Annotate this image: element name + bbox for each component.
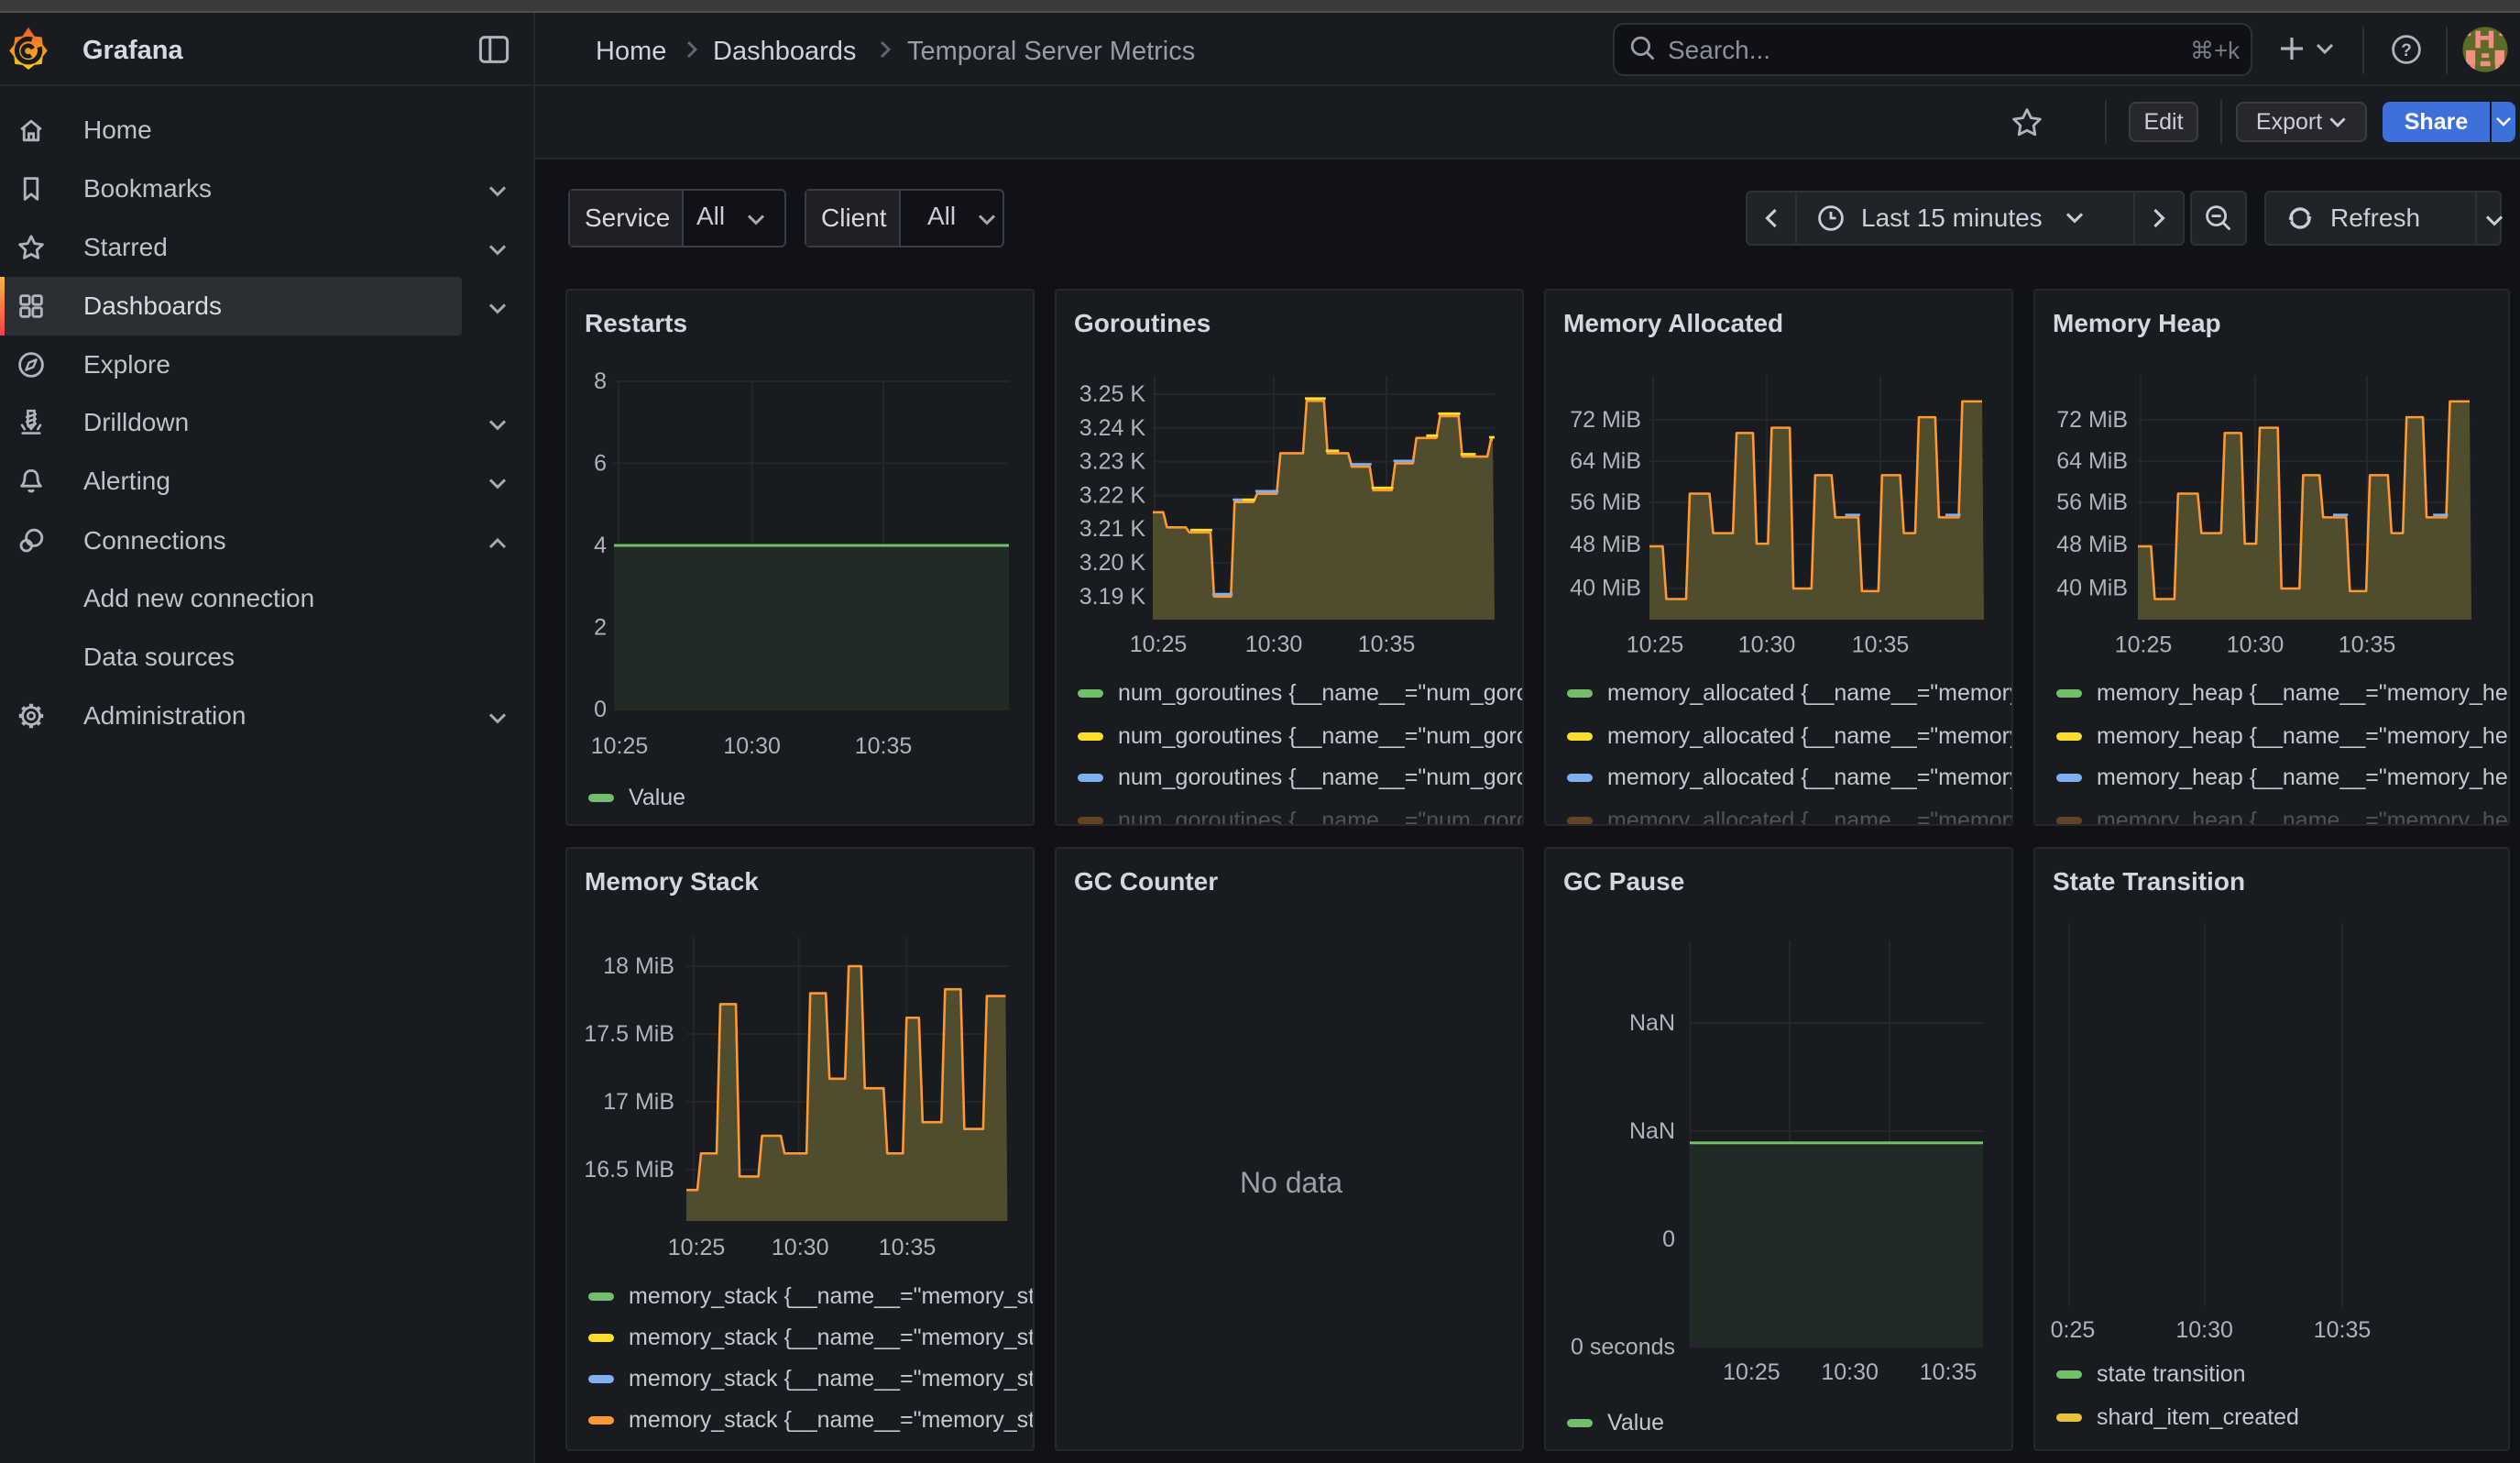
svg-text:16.5 MiB: 16.5 MiB xyxy=(584,1157,674,1182)
svg-text:10:35: 10:35 xyxy=(2314,1317,2372,1343)
svg-text:48 MiB: 48 MiB xyxy=(1570,532,1641,557)
svg-text:3.19 K: 3.19 K xyxy=(1079,584,1146,610)
svg-text:0: 0 xyxy=(1662,1226,1675,1252)
svg-text:0 seconds: 0 seconds xyxy=(1571,1335,1675,1360)
svg-text:10:25: 10:25 xyxy=(591,733,649,759)
svg-text:64 MiB: 64 MiB xyxy=(2056,448,2128,474)
svg-text:10:35: 10:35 xyxy=(879,1235,937,1260)
svg-text:3.20 K: 3.20 K xyxy=(1079,550,1146,576)
svg-text:3.24 K: 3.24 K xyxy=(1079,415,1146,441)
svg-text:2: 2 xyxy=(594,615,607,641)
svg-text:NaN: NaN xyxy=(1629,1010,1675,1036)
svg-text:10:30: 10:30 xyxy=(2175,1317,2233,1343)
svg-text:?: ? xyxy=(2401,41,2412,60)
svg-text:3.22 K: 3.22 K xyxy=(1079,483,1146,509)
svg-text:3.21 K: 3.21 K xyxy=(1079,516,1146,542)
svg-text:10:30: 10:30 xyxy=(1245,632,1303,657)
svg-text:10:35: 10:35 xyxy=(2339,632,2396,657)
svg-text:56 MiB: 56 MiB xyxy=(1570,490,1641,515)
svg-text:3.23 K: 3.23 K xyxy=(1079,449,1146,475)
svg-text:56 MiB: 56 MiB xyxy=(2056,490,2128,515)
svg-text:10:35: 10:35 xyxy=(855,733,913,759)
svg-text:10:35: 10:35 xyxy=(1852,632,1910,658)
svg-text:10:30: 10:30 xyxy=(1738,632,1796,658)
svg-text:64 MiB: 64 MiB xyxy=(1570,448,1641,474)
svg-text:10:35: 10:35 xyxy=(1920,1359,1978,1385)
svg-text:10:30: 10:30 xyxy=(723,733,781,759)
svg-text:10:30: 10:30 xyxy=(772,1235,829,1260)
svg-text:10:30: 10:30 xyxy=(1821,1359,1879,1385)
svg-text:10:25: 10:25 xyxy=(1130,632,1188,657)
svg-text:18 MiB: 18 MiB xyxy=(603,953,674,979)
svg-text:40 MiB: 40 MiB xyxy=(2056,576,2128,601)
svg-text:10:30: 10:30 xyxy=(2227,632,2284,657)
svg-text:NaN: NaN xyxy=(1629,1118,1675,1144)
svg-text:10:25: 10:25 xyxy=(1723,1359,1780,1385)
svg-text:10:25: 10:25 xyxy=(668,1235,726,1260)
svg-text:10:35: 10:35 xyxy=(1358,632,1416,657)
svg-text:10:25: 10:25 xyxy=(1627,632,1684,658)
svg-text:40 MiB: 40 MiB xyxy=(1570,576,1641,601)
svg-text:48 MiB: 48 MiB xyxy=(2056,532,2128,557)
svg-text:17 MiB: 17 MiB xyxy=(603,1089,674,1115)
svg-text:0: 0 xyxy=(594,697,607,722)
svg-text:72 MiB: 72 MiB xyxy=(2056,407,2128,433)
svg-text:8: 8 xyxy=(594,368,607,394)
svg-text:6: 6 xyxy=(594,451,607,477)
svg-text:3.25 K: 3.25 K xyxy=(1079,381,1146,407)
svg-text:72 MiB: 72 MiB xyxy=(1570,407,1641,433)
svg-text:17.5 MiB: 17.5 MiB xyxy=(584,1021,674,1047)
svg-text:10:25: 10:25 xyxy=(2115,632,2173,657)
svg-text:4: 4 xyxy=(594,533,607,558)
svg-text:0:25: 0:25 xyxy=(2051,1317,2096,1343)
